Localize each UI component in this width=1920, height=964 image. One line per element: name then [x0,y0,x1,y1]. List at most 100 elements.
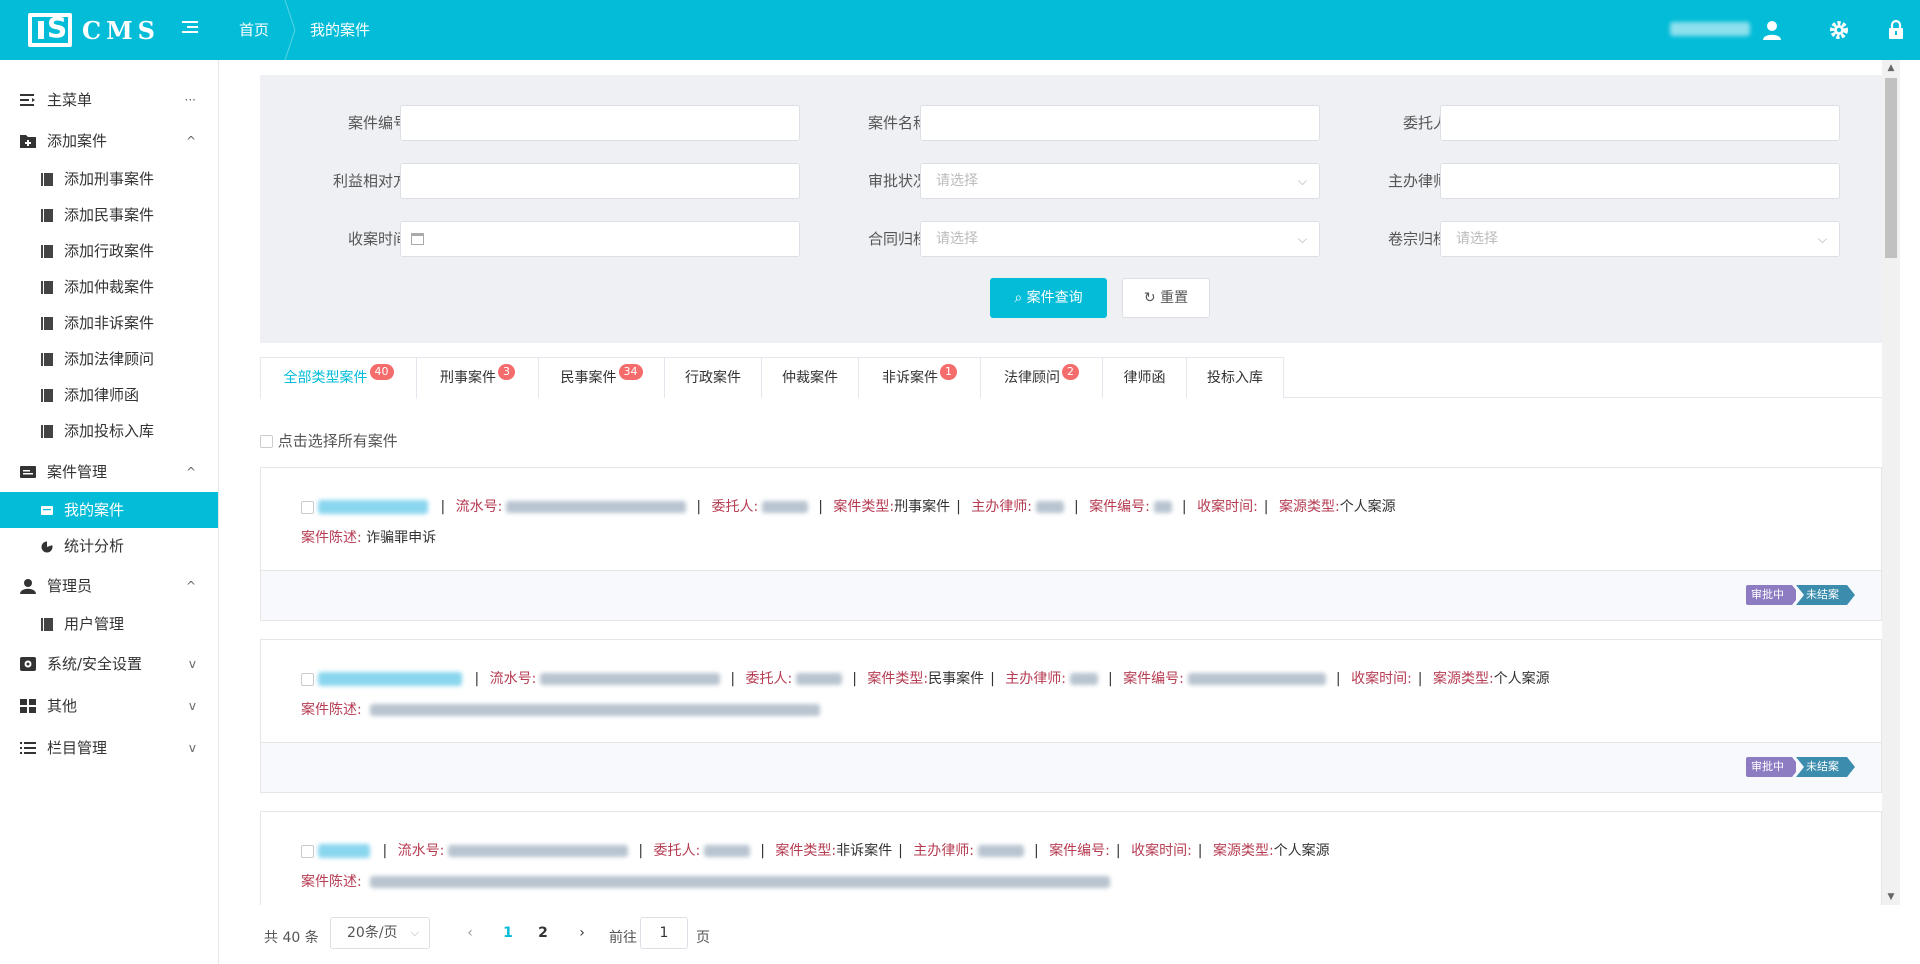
tab-label: 律师函 [1123,370,1166,386]
scroll-up-icon[interactable]: ▲ [1882,60,1900,76]
sidebar: 主菜单 ··· 添加案件 ^ 添加刑事案件 添加民事案件 添加行政案件 添加仲裁… [0,60,219,964]
file-archive-select[interactable]: 请选择 ⌵ [1440,221,1840,257]
receive-time-date-picker[interactable] [400,221,800,257]
redacted-description [370,704,821,716]
page-number-1[interactable]: 1 [496,919,520,947]
redacted-value [796,673,843,685]
case-footer: 审批中 未结案 [261,742,1881,792]
redacted-value [1187,673,1326,685]
case-checkbox[interactable] [301,672,314,686]
sidebar-group-other[interactable]: 其他 v [0,688,218,724]
content-scrollbar[interactable]: ▲ ▼ [1882,60,1900,905]
sidebar-group-case-management[interactable]: 案件管理 ^ [0,454,218,490]
approval-status-select[interactable]: 请选择 ⌵ [920,163,1320,199]
tab-civil[interactable]: 民事案件 34 [539,357,665,398]
page-size-select[interactable]: 20条/页 ⌵ [330,917,430,949]
tab-non-litigation[interactable]: 非诉案件 1 [859,357,981,398]
next-page-icon[interactable]: › [570,919,594,947]
book-icon [41,389,53,402]
calendar-icon [411,233,424,245]
book-icon [41,245,53,258]
description-label: 案件陈述: [301,874,362,890]
tab-label: 非诉案件 [882,370,938,386]
tab-lawyer-letter[interactable]: 律师函 [1103,357,1187,398]
sidebar-item-my-cases[interactable]: 我的案件 [0,492,218,528]
sidebar-item-add-non-litigation[interactable]: 添加非诉案件 [0,305,218,341]
chevron-down-icon: v [188,699,196,713]
sidebar-group-label: 管理员 [47,577,93,595]
tab-legal-advisor[interactable]: 法律顾问 2 [981,357,1103,398]
redacted-value [762,501,809,513]
serial-label: 流水号: [489,671,537,687]
sidebar-item-label: 用户管理 [64,615,125,633]
source-type-label: 案源类型: [1432,671,1494,687]
redacted-value [1036,501,1065,513]
case-name-input[interactable] [920,105,1320,141]
case-name-redacted[interactable] [318,844,371,858]
sidebar-item-add-legal-advisor[interactable]: 添加法律顾问 [0,341,218,377]
tab-all-cases[interactable]: 全部类型案件 40 [260,357,417,399]
reset-button[interactable]: ↻ 重置 [1122,278,1210,318]
book-icon [41,425,53,438]
sidebar-item-add-arbitration[interactable]: 添加仲裁案件 [0,269,218,305]
case-type-label: 案件类型: [867,671,929,687]
case-card: | 流水号: | 委托人: | 案件类型:非诉案件 | 主办律师: | 案件编号: | 收… [260,811,1882,907]
contract-archive-select[interactable]: 请选择 ⌵ [920,221,1320,257]
scroll-down-icon[interactable]: ▼ [1882,889,1900,905]
lock-icon[interactable] [1884,18,1908,42]
scrollbar-thumb[interactable] [1885,78,1897,258]
breadcrumb-home[interactable]: 首页 [239,0,269,60]
sidebar-item-add-civil[interactable]: 添加民事案件 [0,197,218,233]
page-number-2[interactable]: 2 [531,919,555,947]
sidebar-toggle-icon[interactable] [182,18,204,40]
sidebar-group-main-menu[interactable]: 主菜单 ··· [0,82,218,118]
sidebar-item-add-bid-storage[interactable]: 添加投标入库 [0,413,218,449]
goto-page-input[interactable]: 1 [640,917,688,949]
receive-time-label: 收案时间: [1197,499,1258,515]
case-name-redacted[interactable] [318,500,429,514]
tab-arbitration[interactable]: 仲裁案件 [762,357,859,398]
sidebar-item-add-lawyer-letter[interactable]: 添加律师函 [0,377,218,413]
book-icon [41,209,53,222]
client-label: 委托人: [711,499,759,515]
sidebar-group-system-settings[interactable]: 系统/安全设置 v [0,646,218,682]
client-input[interactable] [1440,105,1840,141]
breadcrumb-current: 我的案件 [310,21,371,39]
cms-logo[interactable]: CMS [28,11,160,48]
receive-time-label: 收案时间: [1351,671,1412,687]
select-all-checkbox[interactable] [260,435,273,448]
filter-label-client: 委托人 [1402,114,1448,132]
tab-label: 行政案件 [685,370,741,386]
tab-bid-storage[interactable]: 投标入库 [1187,357,1284,398]
book-icon [41,353,53,366]
select-all[interactable]: 点击选择所有案件 [260,433,398,449]
gear-icon[interactable] [1827,18,1851,42]
sidebar-group-column-management[interactable]: 栏目管理 v [0,730,218,766]
tab-administrative[interactable]: 行政案件 [665,357,762,398]
user-icon[interactable] [1760,18,1784,42]
case-description-line: 案件陈述: [301,701,824,719]
status-badge-open: 未结案 [1796,757,1855,777]
sidebar-item-statistics[interactable]: 统计分析 [0,528,218,564]
page-size-value: 20条/页 [347,925,398,941]
case-no-input[interactable] [400,105,800,141]
lead-lawyer-input[interactable] [1440,163,1840,199]
case-name-redacted[interactable] [318,672,463,686]
case-checkbox[interactable] [301,500,314,514]
sidebar-item-add-criminal[interactable]: 添加刑事案件 [0,161,218,197]
case-info-line: | 流水号: | 委托人: | 案件类型:非诉案件 | 主办律师: | 案件编号: | 收… [301,842,1330,860]
sidebar-group-label: 添加案件 [47,132,108,150]
user-name-redacted[interactable] [1670,22,1750,36]
sidebar-item-add-administrative[interactable]: 添加行政案件 [0,233,218,269]
prev-page-icon[interactable]: ‹ [458,919,482,947]
opposing-party-input[interactable] [400,163,800,199]
sidebar-group-add-case[interactable]: 添加案件 ^ [0,123,218,159]
case-type-value: 非诉案件 [836,843,893,859]
search-button[interactable]: ⌕ 案件查询 [990,278,1107,318]
sidebar-group-admin[interactable]: 管理员 ^ [0,568,218,604]
case-checkbox[interactable] [301,844,314,858]
filter-label-opposing-party: 利益相对方 [332,172,408,190]
sidebar-item-user-management[interactable]: 用户管理 [0,606,218,642]
tab-criminal[interactable]: 刑事案件 3 [417,357,539,398]
count-badge: 2 [1062,364,1079,380]
